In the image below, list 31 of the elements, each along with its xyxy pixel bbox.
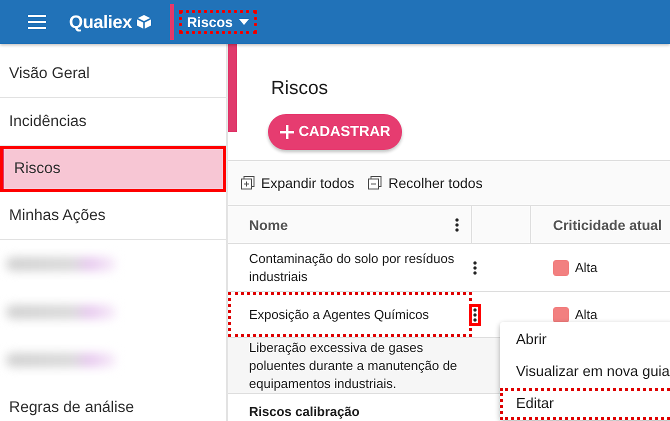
- page-title: Riscos: [271, 78, 328, 100]
- table-cell-text: Contaminação do solo por resíduos industriais: [248, 250, 456, 286]
- criticality-label: Alta: [575, 258, 598, 276]
- collapse-all-button[interactable]: Recolher todos: [368, 175, 483, 191]
- table-cell-text: Liberação excessiva de gases poluentes durante a manutenção de equipamentos industriais.: [248, 338, 458, 393]
- column-menu-icon[interactable]: [455, 218, 459, 232]
- collapse-icon: [368, 176, 382, 190]
- column-header: Criticidade atual: [553, 216, 662, 232]
- logo-text: Qualiex: [69, 12, 132, 32]
- add-button[interactable]: CADASTRAR: [268, 114, 402, 150]
- plus-icon: [280, 125, 294, 139]
- menu-item[interactable]: Visualizar em nova guia: [500, 356, 670, 388]
- sidebar-item[interactable]: Riscos: [0, 146, 226, 192]
- table-cell: Exposição a Agentes Químicos: [228, 292, 472, 337]
- cube-icon: [136, 14, 152, 30]
- row-menu-button[interactable]: [469, 304, 481, 326]
- group-header: Riscos calibração: [248, 403, 360, 421]
- column-header: Nome: [249, 216, 288, 232]
- kebab-icon: [473, 260, 477, 274]
- menu-item[interactable]: Abrir: [500, 324, 670, 356]
- expand-all-button[interactable]: Expandir todos: [241, 175, 354, 191]
- module-dropdown[interactable]: Riscos: [178, 10, 257, 34]
- menu-icon[interactable]: [28, 15, 46, 29]
- sidebar-item[interactable]: Minhas Ações: [0, 192, 226, 240]
- kebab-icon: [473, 308, 477, 322]
- expand-icon: [241, 176, 255, 190]
- caret-icon: [238, 19, 249, 25]
- sidebar-item[interactable]: Visão Geral: [0, 50, 226, 98]
- menu-item[interactable]: Editar: [500, 388, 670, 420]
- criticality-label: Alta: [575, 306, 598, 324]
- sidebar-item[interactable]: Regras de análise: [0, 384, 226, 421]
